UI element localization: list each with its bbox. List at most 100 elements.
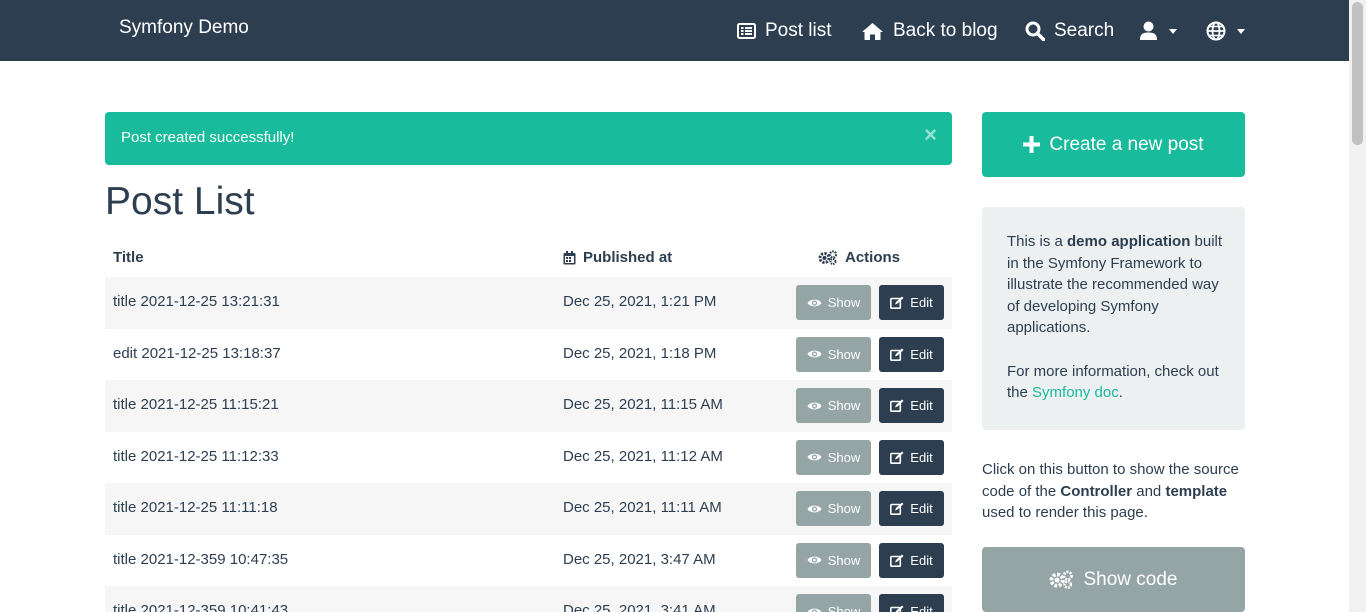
page-title: Post List [105,180,255,223]
show-label: Show [827,295,861,310]
header-title-label: Title [113,249,144,266]
edit-post-button[interactable]: Edit [879,388,944,423]
symfony-doc-link[interactable]: Symfony doc [1032,384,1119,401]
edit-label: Edit [910,346,933,362]
cogs-icon [818,250,838,265]
language-menu-toggle[interactable] [1206,17,1245,45]
header-title: Title [113,249,144,266]
eye-icon [807,299,822,306]
show-post-button[interactable]: Show [796,285,871,320]
create-post-button[interactable]: Create a new post [982,112,1245,177]
table-row: title 2021-12-25 13:21:31 Dec 25, 2021, 1… [105,277,952,329]
post-title: title 2021-12-359 10:47:35 [113,550,289,568]
note-bold-text: Controller [1060,482,1133,500]
show-post-button[interactable]: Show [796,336,871,372]
post-title: title 2021-12-359 10:41:43 [113,602,289,612]
table-header: Title Published at Actions [105,239,952,277]
note-text: and [1132,482,1166,500]
demo-info-text: This is a demo application built in the … [1007,231,1223,339]
header-actions-label: Actions [845,249,901,266]
header-actions: Actions [818,249,900,266]
show-label: Show [827,398,861,413]
nav-search[interactable]: Search [1025,17,1114,45]
table-body: title 2021-12-25 13:21:31 Dec 25, 2021, 1… [105,277,952,612]
table-row: title 2021-12-25 11:15:21 Dec 25, 2021, 1… [105,380,952,432]
post-published-at: Dec 25, 2021, 3:47 AM [563,550,716,568]
post-title: title 2021-12-25 11:11:18 [113,499,278,516]
edit-post-button[interactable]: Edit [879,542,944,578]
home-icon [862,22,883,40]
edit-icon [890,554,904,567]
alert-message: Post created successfully! [121,129,295,146]
edit-icon [890,296,904,309]
post-table: Title Published at Actions title 2021-12… [105,239,952,612]
post-title: title 2021-12-25 13:21:31 [113,293,280,310]
show-post-button[interactable]: Show [796,491,871,526]
show-label: Show [827,604,861,612]
edit-post-button[interactable]: Edit [879,594,944,612]
chevron-down-icon [1169,28,1177,34]
show-post-button[interactable]: Show [796,388,871,423]
edit-label: Edit [910,604,933,612]
info-text: . [1118,384,1123,401]
create-post-label: Create a new post [1049,133,1204,155]
demo-info-box: This is a demo application built in the … [982,207,1245,430]
nav-back-to-blog[interactable]: Back to blog [861,17,998,45]
eye-icon [807,350,822,358]
edit-icon [890,348,904,361]
show-label: Show [827,449,861,465]
plus-icon [1023,136,1041,153]
info-text: This is a [1007,233,1068,250]
edit-post-button[interactable]: Edit [879,439,944,475]
show-code-note: Click on this button to show the source … [982,459,1245,524]
list-alt-icon [737,23,756,39]
nav-post-list[interactable]: Post list [737,17,832,45]
chevron-down-icon [1237,28,1245,34]
header-published-at: Published at [563,249,672,266]
eye-icon [807,402,822,409]
show-code-button[interactable]: Show code [982,547,1245,612]
search-icon [1025,21,1045,41]
note-text: used to render this page. [982,504,1148,521]
edit-label: Edit [910,501,933,516]
nav-post-list-label: Post list [765,20,832,41]
edit-post-button[interactable]: Edit [879,491,944,526]
edit-label: Edit [910,295,933,310]
edit-icon [890,399,904,412]
success-alert: Post created successfully! × [105,112,952,165]
user-menu-toggle[interactable] [1139,17,1177,45]
table-row: title 2021-12-359 10:47:35 Dec 25, 2021, … [105,535,952,587]
show-post-button[interactable]: Show [796,439,871,475]
table-row: title 2021-12-25 11:12:33 Dec 25, 2021, 1… [105,432,952,484]
edit-icon [890,605,904,612]
show-post-button[interactable]: Show [796,542,871,578]
scrollbar-thumb[interactable] [1352,2,1363,145]
brand-link[interactable]: Symfony Demo [119,17,249,39]
edit-label: Edit [910,398,933,413]
edit-post-button[interactable]: Edit [879,336,944,372]
info-bold-text: demo application [1067,233,1191,250]
edit-post-button[interactable]: Edit [879,285,944,320]
cogs-icon [1050,570,1074,589]
edit-icon [890,502,904,515]
table-row: title 2021-12-25 11:11:18 Dec 25, 2021, 1… [105,483,952,535]
page-scrollbar[interactable] [1349,0,1366,612]
nav-back-to-blog-label: Back to blog [893,20,998,41]
close-icon[interactable]: × [924,124,937,146]
table-row: title 2021-12-359 10:41:43 Dec 25, 2021, … [105,586,952,612]
table-row: edit 2021-12-25 13:18:37 Dec 25, 2021, 1:… [105,329,952,381]
eye-icon [807,505,822,512]
post-title: edit 2021-12-25 13:18:37 [113,344,281,362]
edit-label: Edit [910,449,933,465]
edit-label: Edit [910,552,933,568]
post-title: title 2021-12-25 11:12:33 [113,447,279,465]
post-title: title 2021-12-25 11:15:21 [113,396,279,413]
post-published-at: Dec 25, 2021, 1:21 PM [563,293,717,310]
top-navbar: Symfony Demo Post list Back to blog Sear… [0,0,1349,61]
show-post-button[interactable]: Show [796,594,871,612]
post-published-at: Dec 25, 2021, 11:15 AM [563,396,723,413]
user-icon [1140,21,1157,40]
show-label: Show [827,346,861,362]
note-bold-text: template [1165,482,1228,500]
globe-icon [1206,21,1226,41]
